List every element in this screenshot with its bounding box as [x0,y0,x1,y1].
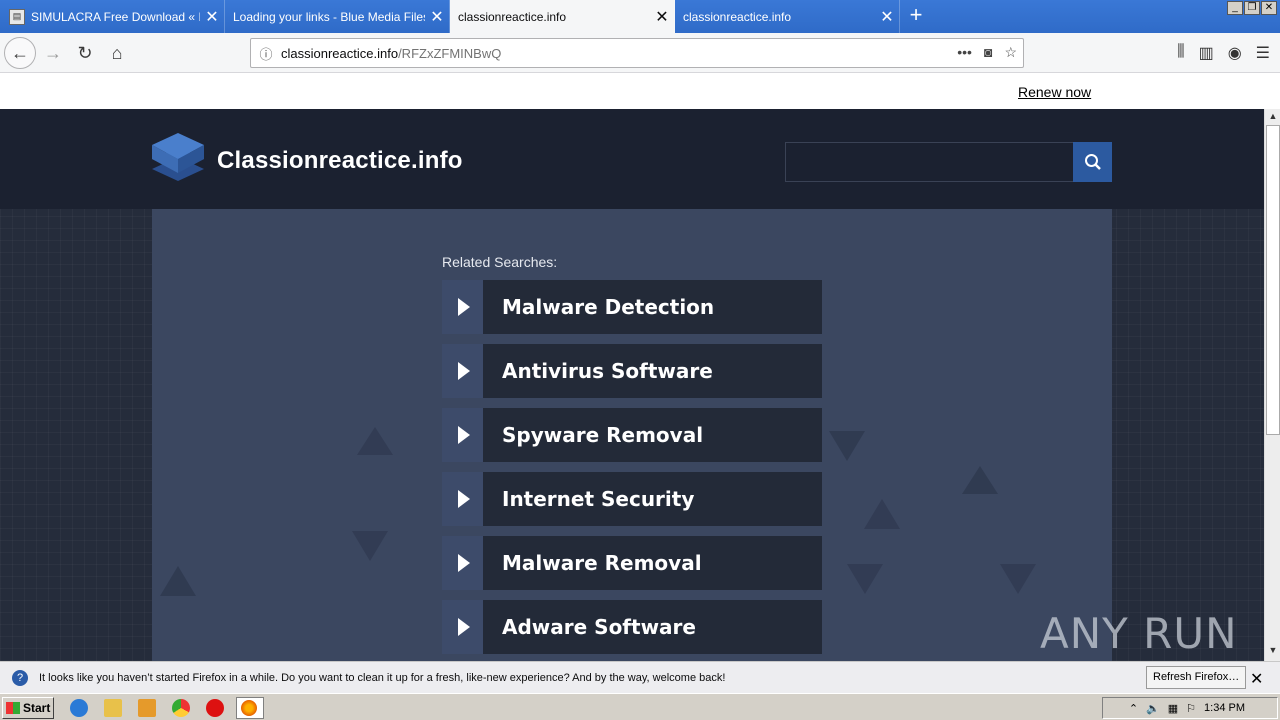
windows-logo-icon [6,702,20,714]
tab-title: SIMULACRA Free Download « IGG [31,9,200,24]
url-host: classionreactice.info [281,45,399,61]
close-tab-icon[interactable]: ✕ [650,7,674,27]
page-scrollbar[interactable]: ▲ ▼ [1264,109,1280,661]
tab-title: classionreactice.info [683,9,792,24]
tab-classionreactice[interactable]: classionreactice.info ✕ [675,0,900,33]
action-center-flag-icon[interactable]: ⚐ [1186,702,1196,715]
show-hidden-icons[interactable]: ⌃ [1129,702,1138,715]
tab-blue-media[interactable]: Loading your links - Blue Media Files ✕ [225,0,450,33]
notification-message: It looks like you haven’t started Firefo… [39,671,726,684]
opera-icon[interactable] [206,699,224,717]
pocket-icon[interactable]: ◙ [984,44,992,61]
decor-triangle [357,427,393,455]
close-window-button[interactable]: ✕ [1261,1,1277,15]
tab-simulacra[interactable]: ▤ SIMULACRA Free Download « IGG ✕ [0,0,225,33]
play-arrow-icon [442,536,483,590]
renew-now-link[interactable]: Renew now [1018,84,1091,100]
play-arrow-icon [442,344,483,398]
file-explorer-icon[interactable] [104,699,122,717]
close-tab-icon[interactable]: ✕ [425,7,449,27]
anyrun-watermark: ANY RUN [1040,609,1238,658]
minimize-button[interactable]: _ [1227,1,1243,15]
result-label: Adware Software [502,615,696,639]
tab-title: Loading your links - Blue Media Files [233,9,425,24]
firefox-icon [241,700,257,716]
bookmark-star-icon[interactable]: ☆ [1004,44,1017,61]
decor-triangle [847,564,883,594]
search-button[interactable] [1073,142,1112,182]
related-searches-label: Related Searches: [442,254,558,270]
search-icon [1084,154,1101,170]
internet-explorer-icon[interactable] [70,699,88,717]
navigation-toolbar: ← → ↻ ⌂ ⓘ classionreactice.info/RFZxZFMI… [0,33,1280,73]
page-content: Renew now Classionreactice.info Related … [0,74,1264,661]
new-tab-button[interactable]: + [903,4,929,28]
volume-icon[interactable]: 🔈 [1146,702,1160,715]
decor-triangle [962,466,998,494]
clock[interactable]: 1:34 PM [1204,702,1245,714]
reload-button[interactable]: ↻ [70,38,100,68]
decor-triangle [1000,564,1036,594]
search-result-link[interactable]: Malware Removal [442,536,822,590]
start-button[interactable]: Start [2,697,54,719]
network-icon[interactable]: ▦ [1168,702,1178,715]
refresh-firefox-button[interactable]: Refresh Firefox… [1146,666,1247,689]
tab-strip: ▤ SIMULACRA Free Download « IGG ✕ Loadin… [0,0,1280,33]
url-path: /RFZxZFMINBwQ [398,45,502,61]
play-arrow-icon [442,280,483,334]
site-header: Classionreactice.info [0,109,1264,209]
search-input[interactable] [785,142,1074,182]
search-result-link[interactable]: Malware Detection [442,280,822,334]
media-player-icon[interactable] [138,699,156,717]
site-info-icon[interactable]: ⓘ [251,44,281,63]
page-favicon-icon: ▤ [9,8,25,25]
windows-taskbar: Start ⌃ 🔈 ▦ ⚐ 1:34 PM [0,693,1280,720]
result-label: Malware Detection [502,295,715,319]
tab-title: classionreactice.info [458,9,567,24]
home-button[interactable]: ⌂ [102,38,132,68]
play-arrow-icon [442,472,483,526]
decor-triangle [352,531,388,561]
search-result-link[interactable]: Antivirus Software [442,344,822,398]
scroll-down-icon[interactable]: ▼ [1265,645,1280,659]
scroll-thumb[interactable] [1266,125,1280,435]
library-icon[interactable]: ⫼ [1177,43,1184,63]
chrome-icon[interactable] [172,699,190,717]
result-label: Malware Removal [502,551,702,575]
decor-triangle [864,499,900,529]
close-tab-icon[interactable]: ✕ [875,7,899,27]
account-icon[interactable]: ◉ [1228,43,1242,63]
result-label: Internet Security [502,487,695,511]
play-arrow-icon [442,600,483,654]
question-icon: ? [12,669,28,686]
play-arrow-icon [442,408,483,462]
scroll-up-icon[interactable]: ▲ [1265,111,1280,125]
restore-button[interactable]: ❐ [1244,1,1260,15]
refresh-notification-bar: ? It looks like you haven’t started Fire… [0,661,1280,693]
renew-banner: Renew now [0,74,1264,109]
decor-triangle [160,566,196,596]
result-label: Antivirus Software [502,359,713,383]
url-bar[interactable]: ⓘ classionreactice.info/RFZxZFMINBwQ •••… [250,38,1024,68]
page-actions-icon[interactable]: ••• [957,44,972,61]
window-controls: _ ❐ ✕ [1227,1,1277,15]
system-tray: ⌃ 🔈 ▦ ⚐ 1:34 PM [1102,697,1278,719]
forward-button[interactable]: → [38,38,68,68]
back-button[interactable]: ← [4,37,36,69]
search-result-link[interactable]: Spyware Removal [442,408,822,462]
site-name: Classionreactice.info [217,147,463,174]
menu-icon[interactable]: ☰ [1256,43,1270,63]
site-logo-icon [152,133,204,181]
sidebar-icon[interactable]: ▥ [1199,43,1214,63]
search-result-link[interactable]: Adware Software [442,600,822,654]
result-label: Spyware Removal [502,423,704,447]
close-tab-icon[interactable]: ✕ [200,7,224,27]
search-result-link[interactable]: Internet Security [442,472,822,526]
tab-classionreactice-active[interactable]: classionreactice.info ✕ [450,0,675,33]
start-label: Start [23,701,51,715]
close-notification-icon[interactable]: ✕ [1250,669,1263,689]
decor-triangle [829,431,865,461]
